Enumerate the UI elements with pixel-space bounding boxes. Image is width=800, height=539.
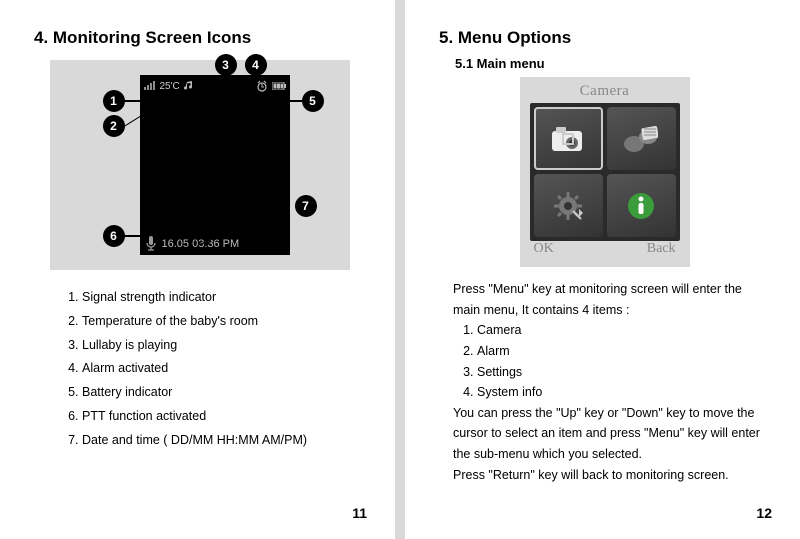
leader-line [124,235,144,237]
callout-3: 3 [215,54,237,76]
temperature-value: 25'C [160,81,180,92]
lullaby-icon [184,81,194,92]
callout-6: 6 [103,225,125,247]
icon-legend: Signal strength indicator Temperature of… [42,286,365,452]
menu-item-system-info [607,174,676,237]
leader-line [226,75,228,83]
callout-2: 2 [103,115,125,137]
menu-nav-text: You can press the "Up" key or "Down" key… [453,403,764,465]
legend-item: Alarm activated [82,357,365,381]
menu-return-text: Press "Return" key will back to monitori… [453,465,764,486]
menu-list-item: Alarm [477,341,770,362]
subsection-title-5-1: 5.1 Main menu [455,56,770,71]
monitoring-screen-diagram: 25'C 16.05 03:36 [50,60,350,270]
menu-list-item: Settings [477,362,770,383]
legend-item: Lullaby is playing [82,334,365,358]
legend-item: Temperature of the baby's room [82,310,365,334]
battery-icon [272,81,286,92]
menu-intro-text: Press "Menu" key at monitoring screen wi… [453,279,764,320]
menu-items-list: Camera Alarm Settings System info [439,320,770,403]
legend-item: Signal strength indicator [82,286,365,310]
menu-list-item: System info [477,382,770,403]
section-title-4: 4. Monitoring Screen Icons [34,28,365,48]
main-menu-screenshot: Camera [520,77,690,267]
legend-item: PTT function activated [82,405,365,429]
menu-item-settings [534,174,603,237]
section-title-5: 5. Menu Options [439,28,770,48]
legend-item: Date and time ( DD/MM HH:MM AM/PM) [82,429,365,453]
signal-icon [144,81,156,92]
menu-item-camera [534,107,603,170]
page-number: 11 [352,505,367,521]
status-bar: 25'C [144,77,286,95]
manual-page-12: 5. Menu Options 5.1 Main menu Camera [405,0,800,539]
leader-line [124,100,144,102]
menu-list-item: Camera [477,320,770,341]
camera-icon [550,125,586,153]
softkey-back: Back [647,241,676,261]
gear-icon [553,191,583,221]
legend-item: Battery indicator [82,381,365,405]
manual-page-11: 4. Monitoring Screen Icons 25'C [0,0,395,539]
callout-1: 1 [103,90,125,112]
callout-4: 4 [245,54,267,76]
alarm-icon [256,80,268,92]
callout-7: 7 [295,195,317,217]
page-number: 12 [756,505,772,521]
info-icon [626,191,656,221]
menu-softkeys: OK Back [530,241,680,261]
leader-line [255,75,257,83]
menu-item-alarm [607,107,676,170]
menu-grid [530,103,680,241]
leader-line [286,100,303,102]
alarm-clock-icon [624,124,658,154]
ptt-mic-icon [144,236,158,252]
menu-title: Camera [530,83,680,103]
callout-5: 5 [302,90,324,112]
softkey-ok: OK [534,241,554,261]
